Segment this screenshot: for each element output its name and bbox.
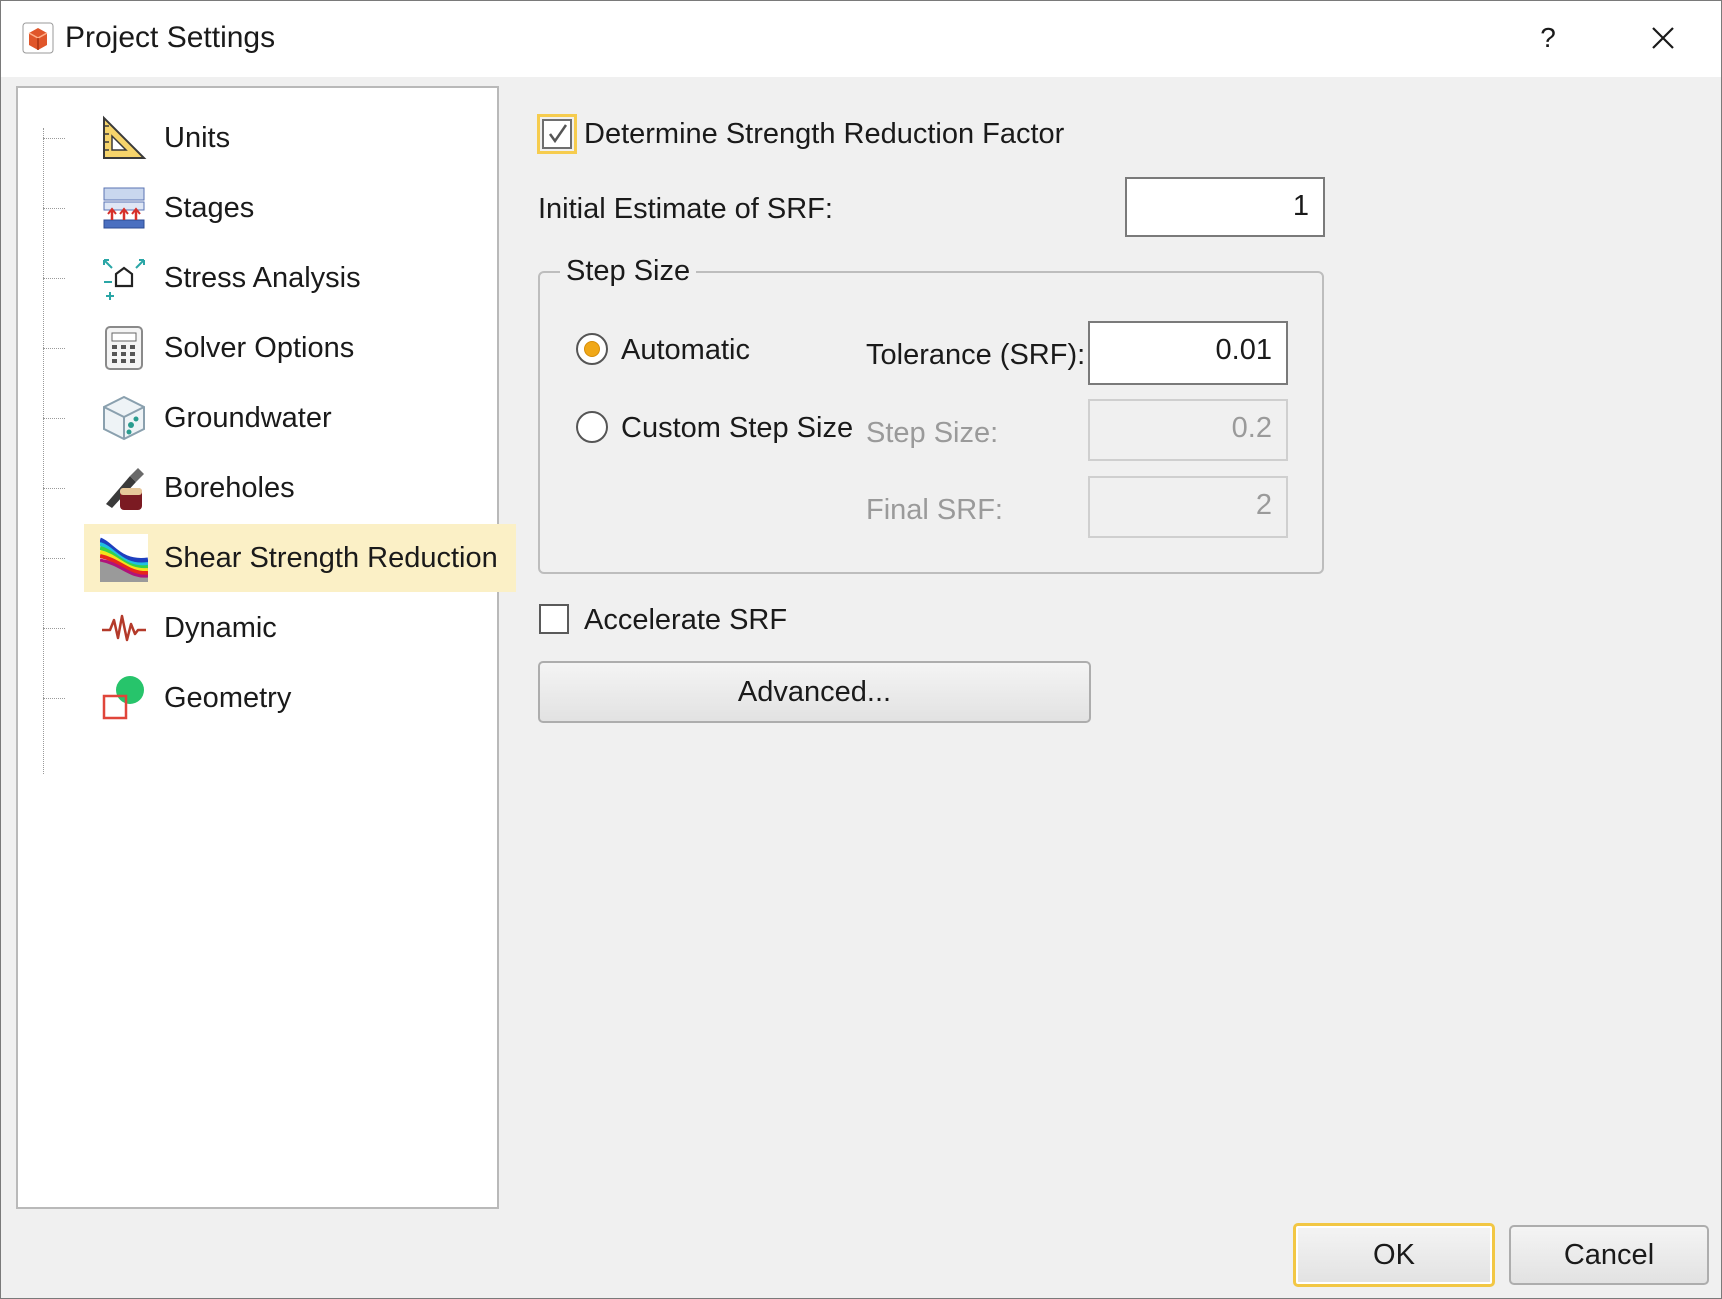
sidebar-item-stress-analysis[interactable]: Stress Analysis — [43, 244, 498, 312]
sidebar-item-shear-strength-reduction[interactable]: Shear Strength Reduction — [43, 524, 516, 592]
sidebar-item-groundwater[interactable]: Groundwater — [43, 384, 498, 452]
determine-srf-label: Determine Strength Reduction Factor — [584, 118, 1065, 150]
item-highlight: Stress Analysis — [84, 244, 516, 312]
final-srf-label: Final SRF: — [866, 494, 1003, 526]
automatic-radio[interactable] — [576, 333, 608, 365]
advanced-button[interactable]: Advanced... — [538, 661, 1091, 723]
tree-connector — [43, 558, 65, 559]
calculator-icon — [105, 326, 143, 370]
borehole-icon — [106, 468, 144, 510]
item-highlight: Units — [84, 104, 516, 172]
cancel-button[interactable]: Cancel — [1509, 1225, 1709, 1285]
sidebar-item-label: Dynamic — [164, 612, 277, 644]
tree-connector — [43, 128, 44, 774]
custom-step-size-label: Custom Step Size — [621, 412, 854, 444]
sidebar-item-geometry[interactable]: Geometry — [43, 664, 498, 732]
item-highlight: Geometry — [84, 664, 516, 732]
item-highlight: Shear Strength Reduction — [84, 524, 516, 592]
automatic-label: Automatic — [621, 334, 750, 366]
initial-estimate-input[interactable]: 1 — [1125, 177, 1325, 237]
stress-analysis-icon — [103, 259, 145, 300]
groundwater-cube-icon — [103, 395, 145, 441]
project-settings-dialog: Project Settings ? Units Stages Stress A… — [0, 0, 1722, 1299]
set-square-icon — [103, 115, 147, 159]
checkmark-icon — [548, 124, 568, 144]
sidebar-item-solver-options[interactable]: Solver Options — [43, 314, 498, 382]
step-size-label: Step Size: — [866, 417, 999, 449]
step-size-input[interactable]: 0.2 — [1088, 399, 1288, 461]
final-srf-input[interactable]: 2 — [1088, 476, 1288, 538]
sidebar-item-label: Stress Analysis — [164, 262, 361, 294]
tree-connector — [43, 278, 65, 279]
sidebar-item-label: Shear Strength Reduction — [164, 542, 498, 574]
tolerance-input[interactable]: 0.01 — [1088, 321, 1288, 385]
initial-estimate-label: Initial Estimate of SRF: — [538, 193, 833, 225]
sidebar-item-stages[interactable]: Stages — [43, 174, 498, 242]
accelerate-srf-checkbox[interactable] — [539, 604, 569, 634]
stages-icon — [103, 187, 145, 229]
settings-app-icon — [22, 22, 54, 54]
geometry-shapes-icon — [102, 676, 144, 720]
item-highlight: Stages — [84, 174, 516, 242]
close-icon — [1652, 27, 1674, 49]
sidebar-item-label: Boreholes — [164, 472, 295, 504]
help-button[interactable]: ? — [1521, 11, 1575, 65]
tree-connector — [43, 628, 65, 629]
close-button[interactable] — [1633, 11, 1693, 65]
tree-connector — [43, 138, 65, 139]
sidebar-item-label: Units — [164, 122, 231, 154]
sidebar-item-label: Stages — [164, 192, 255, 224]
sidebar-item-boreholes[interactable]: Boreholes — [43, 454, 498, 522]
sidebar-item-units[interactable]: Units — [43, 104, 498, 172]
determine-srf-checkbox[interactable] — [537, 114, 577, 154]
waveform-icon — [102, 614, 146, 642]
tree-connector — [43, 208, 65, 209]
radio-selected-dot — [584, 341, 600, 357]
sidebar-item-dynamic[interactable]: Dynamic — [43, 594, 498, 662]
item-highlight: Solver Options — [84, 314, 516, 382]
custom-step-size-radio[interactable] — [576, 411, 608, 443]
settings-tree: Units Stages Stress Analysis Solver Opti… — [16, 86, 516, 1209]
accelerate-srf-label: Accelerate SRF — [584, 604, 788, 636]
sidebar-item-label: Solver Options — [164, 332, 355, 364]
tolerance-label: Tolerance (SRF): — [866, 339, 1086, 371]
tree-connector — [43, 418, 65, 419]
sidebar-item-label: Geometry — [164, 682, 292, 714]
item-highlight: Dynamic — [84, 594, 516, 662]
sidebar-item-label: Groundwater — [164, 402, 332, 434]
ok-button[interactable]: OK — [1293, 1223, 1495, 1287]
item-highlight: Groundwater — [84, 384, 516, 452]
tree-connector — [43, 698, 65, 699]
step-size-group-title: Step Size — [560, 251, 697, 291]
shear-strength-contour-icon — [100, 534, 148, 582]
item-highlight: Boreholes — [84, 454, 516, 522]
tree-connector — [43, 348, 65, 349]
window-title: Project Settings — [65, 21, 276, 54]
tree-connector — [43, 488, 65, 489]
title-bar: Project Settings ? — [1, 1, 1721, 77]
